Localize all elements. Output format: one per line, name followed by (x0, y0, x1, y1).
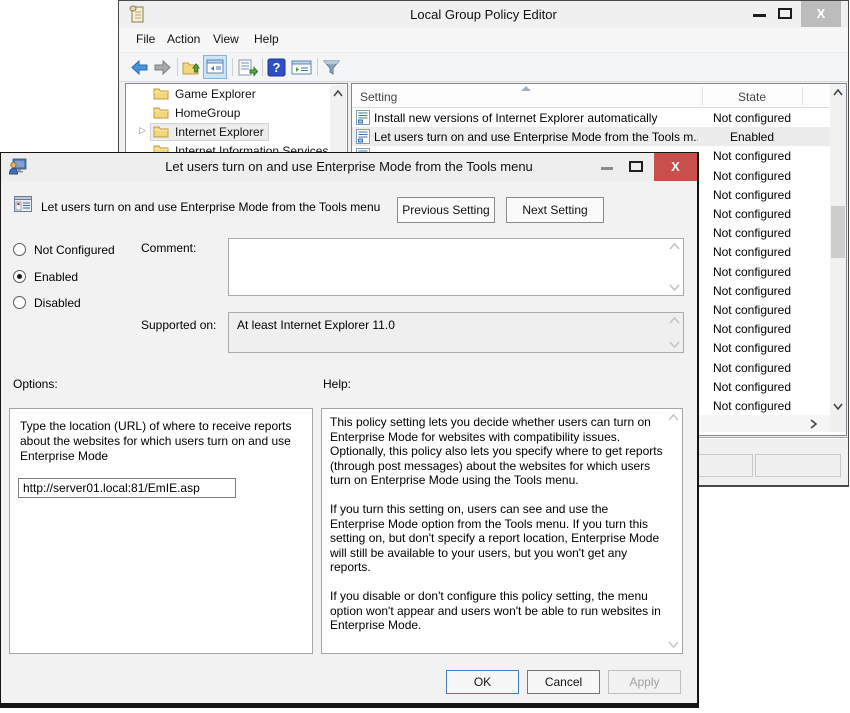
menu-bar: File Action View Help (119, 28, 848, 53)
policy-setting-dialog: Let users turn on and use Enterprise Mod… (0, 152, 699, 708)
main-window-title: Local Group Policy Editor (119, 1, 848, 28)
dialog-title: Let users turn on and use Enterprise Mod… (1, 153, 697, 181)
tree-item-label: HomeGroup (175, 106, 240, 120)
radio-circle-icon[interactable] (13, 296, 26, 309)
policy-setting-icon (14, 196, 32, 217)
report-url-input[interactable]: http://server01.local:81/EmIE.asp (18, 478, 236, 498)
ok-button[interactable]: OK (446, 670, 519, 694)
table-row[interactable]: Let users turn on and use Enterprise Mod… (352, 127, 830, 146)
radio-label: Disabled (34, 296, 81, 310)
column-state[interactable]: State (702, 90, 802, 104)
chevron-up-icon[interactable] (668, 414, 679, 421)
tree-item-label: Game Explorer (175, 87, 256, 101)
dialog-minimize-icon[interactable] (601, 167, 613, 170)
options-panel: Type the location (URL) of where to rece… (9, 408, 313, 654)
help-icon[interactable]: ? (267, 58, 286, 77)
supported-on-value: At least Internet Explorer 11.0 (237, 318, 395, 332)
list-header[interactable]: Setting State (352, 84, 830, 108)
radio-not-configured[interactable]: Not Configured (13, 242, 115, 257)
folder-icon (153, 125, 169, 138)
chevron-down-icon[interactable] (668, 641, 679, 648)
radio-circle-icon[interactable] (13, 243, 26, 256)
state-cell: Not configured (702, 207, 802, 221)
tree-item-label: Internet Explorer (175, 125, 264, 139)
state-cell: Not configured (702, 303, 802, 317)
comment-input[interactable] (228, 238, 684, 296)
list-view-icon-selected[interactable] (203, 55, 227, 79)
help-text: This policy setting lets you decide whet… (330, 415, 666, 647)
radio-circle-icon[interactable] (13, 270, 26, 283)
comment-label: Comment: (141, 241, 196, 255)
help-label: Help: (323, 377, 351, 391)
chevron-down-icon[interactable] (669, 341, 680, 348)
tree-items: Game Explorer HomeGroup ▷ Internet Explorer… (126, 84, 347, 160)
state-cell: Not configured (702, 322, 802, 336)
chevron-up-icon[interactable] (669, 317, 680, 324)
list-vertical-scrollbar[interactable] (830, 84, 846, 415)
screen: Local Group Policy Editor X File Action … (0, 0, 850, 713)
menu-help[interactable]: Help (254, 32, 279, 46)
menu-view[interactable]: View (213, 32, 239, 46)
state-cell: Not configured (702, 399, 802, 413)
toolbar: ? (119, 53, 848, 82)
radio-label: Not Configured (34, 243, 115, 257)
filter-icon[interactable] (322, 58, 341, 77)
status-pane (755, 454, 841, 477)
setting-cell: Install new versions of Internet Explore… (374, 111, 698, 125)
state-cell: Not configured (702, 111, 802, 125)
table-row[interactable]: Install new versions of Internet Explore… (352, 108, 830, 127)
help-panel: This policy setting lets you decide whet… (321, 408, 683, 654)
dialog-titlebar[interactable]: Let users turn on and use Enterprise Mod… (1, 153, 697, 181)
radio-enabled[interactable]: Enabled (13, 269, 78, 284)
scrollbar-thumb[interactable] (831, 206, 845, 258)
back-icon[interactable] (130, 58, 149, 77)
chevron-up-icon[interactable] (669, 243, 680, 250)
main-titlebar[interactable]: Local Group Policy Editor X (119, 1, 848, 28)
radio-label: Enabled (34, 270, 78, 284)
radio-disabled[interactable]: Disabled (13, 295, 81, 310)
state-cell: Not configured (702, 265, 802, 279)
state-cell: Not configured (702, 226, 802, 240)
maximize-icon[interactable] (778, 8, 792, 19)
state-cell: Not configured (702, 245, 802, 259)
tree-item-internet-explorer[interactable]: ▷ Internet Explorer (126, 122, 347, 141)
export-list-icon[interactable] (238, 58, 257, 77)
policy-name: Let users turn on and use Enterprise Mod… (41, 200, 380, 214)
parent-folder-icon[interactable] (182, 58, 201, 77)
svg-text:?: ? (273, 60, 281, 75)
folder-icon (153, 106, 169, 119)
cancel-button[interactable]: Cancel (527, 670, 600, 694)
dialog-maximize-icon[interactable] (629, 161, 643, 172)
options-label: Options: (13, 377, 58, 391)
state-cell: Not configured (702, 188, 802, 202)
state-cell: Not configured (702, 169, 802, 183)
tree-item-homegroup[interactable]: HomeGroup (126, 103, 347, 122)
state-cell: Not configured (702, 284, 802, 298)
apply-button[interactable]: Apply (608, 670, 681, 694)
supported-on-label: Supported on: (141, 318, 216, 332)
dialog-close-icon[interactable]: X (654, 153, 697, 181)
console-window-icon[interactable] (291, 58, 312, 77)
minimize-icon[interactable] (753, 14, 766, 17)
folder-icon (153, 87, 169, 100)
next-setting-button[interactable]: Next Setting (506, 197, 604, 223)
state-cell: Not configured (702, 149, 802, 163)
menu-action[interactable]: Action (167, 32, 200, 46)
menu-file[interactable]: File (136, 32, 155, 46)
tree-item-game-explorer[interactable]: Game Explorer (126, 84, 347, 103)
forward-icon[interactable] (153, 58, 172, 77)
options-instruction: Type the location (URL) of where to rece… (20, 419, 306, 464)
setting-cell: Let users turn on and use Enterprise Mod… (374, 130, 698, 144)
column-setting[interactable]: Setting (360, 90, 397, 104)
state-cell: Not configured (702, 361, 802, 375)
chevron-down-icon[interactable] (669, 284, 680, 291)
state-cell: Enabled (702, 130, 802, 144)
previous-setting-button[interactable]: Previous Setting (397, 197, 495, 223)
state-cell: Not configured (702, 341, 802, 355)
close-icon[interactable]: X (801, 1, 841, 27)
state-cell: Not configured (702, 380, 802, 394)
supported-on-field: At least Internet Explorer 11.0 (228, 312, 684, 353)
sort-ascending-icon (521, 86, 531, 91)
expander-icon[interactable]: ▷ (139, 125, 149, 136)
